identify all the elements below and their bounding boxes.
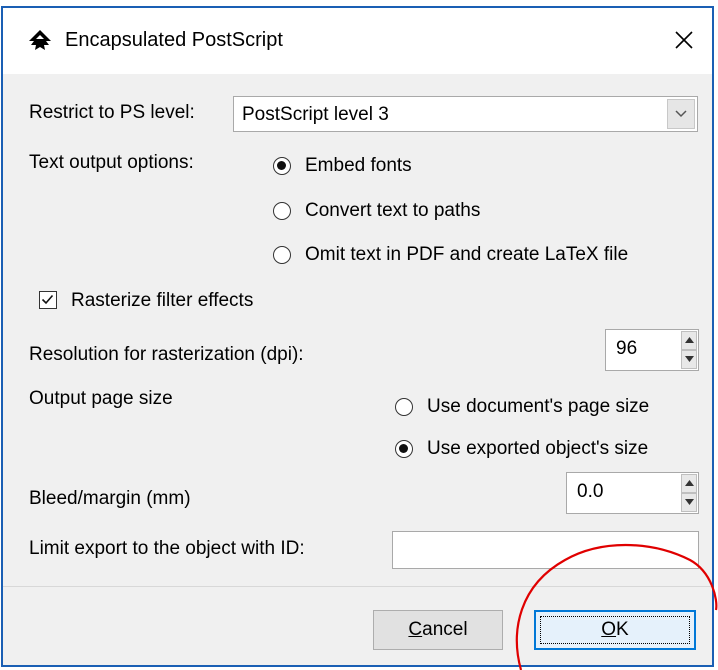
- close-button[interactable]: [663, 20, 705, 60]
- triangle-down-icon: [685, 356, 694, 362]
- resolution-label: Resolution for rasterization (dpi):: [29, 344, 304, 365]
- ok-button[interactable]: OK: [534, 610, 696, 650]
- resolution-value[interactable]: 96: [616, 338, 637, 360]
- page-size-label: Output page size: [29, 388, 173, 409]
- cancel-label-rest: ancel: [422, 619, 468, 640]
- resolution-spinbox[interactable]: 96: [605, 329, 699, 371]
- close-icon: [675, 31, 693, 49]
- focus-ring: [540, 616, 690, 644]
- ps-level-label: Restrict to PS level:: [29, 102, 195, 123]
- exported-object-size-label[interactable]: Use exported object's size: [427, 438, 648, 460]
- omit-text-latex-label[interactable]: Omit text in PDF and create LaTeX file: [305, 244, 628, 266]
- rasterize-checkbox[interactable]: [39, 291, 57, 309]
- exported-object-size-radio[interactable]: [395, 440, 413, 458]
- embed-fonts-radio[interactable]: [273, 157, 291, 175]
- bleed-decrement-button[interactable]: [681, 493, 697, 512]
- omit-text-latex-radio[interactable]: [273, 246, 291, 264]
- resolution-increment-button[interactable]: [681, 331, 697, 350]
- convert-text-radio[interactable]: [273, 202, 291, 220]
- bleed-value[interactable]: 0.0: [577, 481, 603, 503]
- ps-level-value: PostScript level 3: [242, 104, 389, 125]
- convert-text-label[interactable]: Convert text to paths: [305, 200, 480, 222]
- chevron-down-icon: [675, 110, 687, 118]
- triangle-up-icon: [685, 337, 694, 343]
- text-output-label: Text output options:: [29, 152, 194, 173]
- ps-level-select[interactable]: PostScript level 3: [233, 96, 698, 132]
- dialog-title: Encapsulated PostScript: [65, 29, 283, 51]
- cancel-mnemonic: C: [408, 619, 423, 640]
- limit-export-label: Limit export to the object with ID:: [29, 538, 305, 559]
- triangle-down-icon: [685, 499, 694, 505]
- title-bar: Encapsulated PostScript: [3, 8, 712, 74]
- cancel-button[interactable]: Cancel: [373, 610, 503, 650]
- rasterize-label[interactable]: Rasterize filter effects: [71, 290, 253, 312]
- ps-level-dropdown-button[interactable]: [667, 99, 695, 129]
- checkmark-icon: [41, 294, 54, 305]
- resolution-decrement-button[interactable]: [681, 350, 697, 369]
- inkscape-logo-icon: [29, 30, 51, 50]
- button-separator: [3, 586, 712, 587]
- bleed-increment-button[interactable]: [681, 474, 697, 493]
- bleed-spinbox[interactable]: 0.0: [566, 472, 699, 514]
- document-page-size-radio[interactable]: [395, 398, 413, 416]
- bleed-label: Bleed/margin (mm): [29, 488, 191, 509]
- embed-fonts-label[interactable]: Embed fonts: [305, 155, 412, 177]
- triangle-up-icon: [685, 480, 694, 486]
- object-id-input[interactable]: [392, 531, 699, 569]
- document-page-size-label[interactable]: Use document's page size: [427, 396, 649, 418]
- eps-export-dialog: Encapsulated PostScript Restrict to PS l…: [1, 6, 714, 667]
